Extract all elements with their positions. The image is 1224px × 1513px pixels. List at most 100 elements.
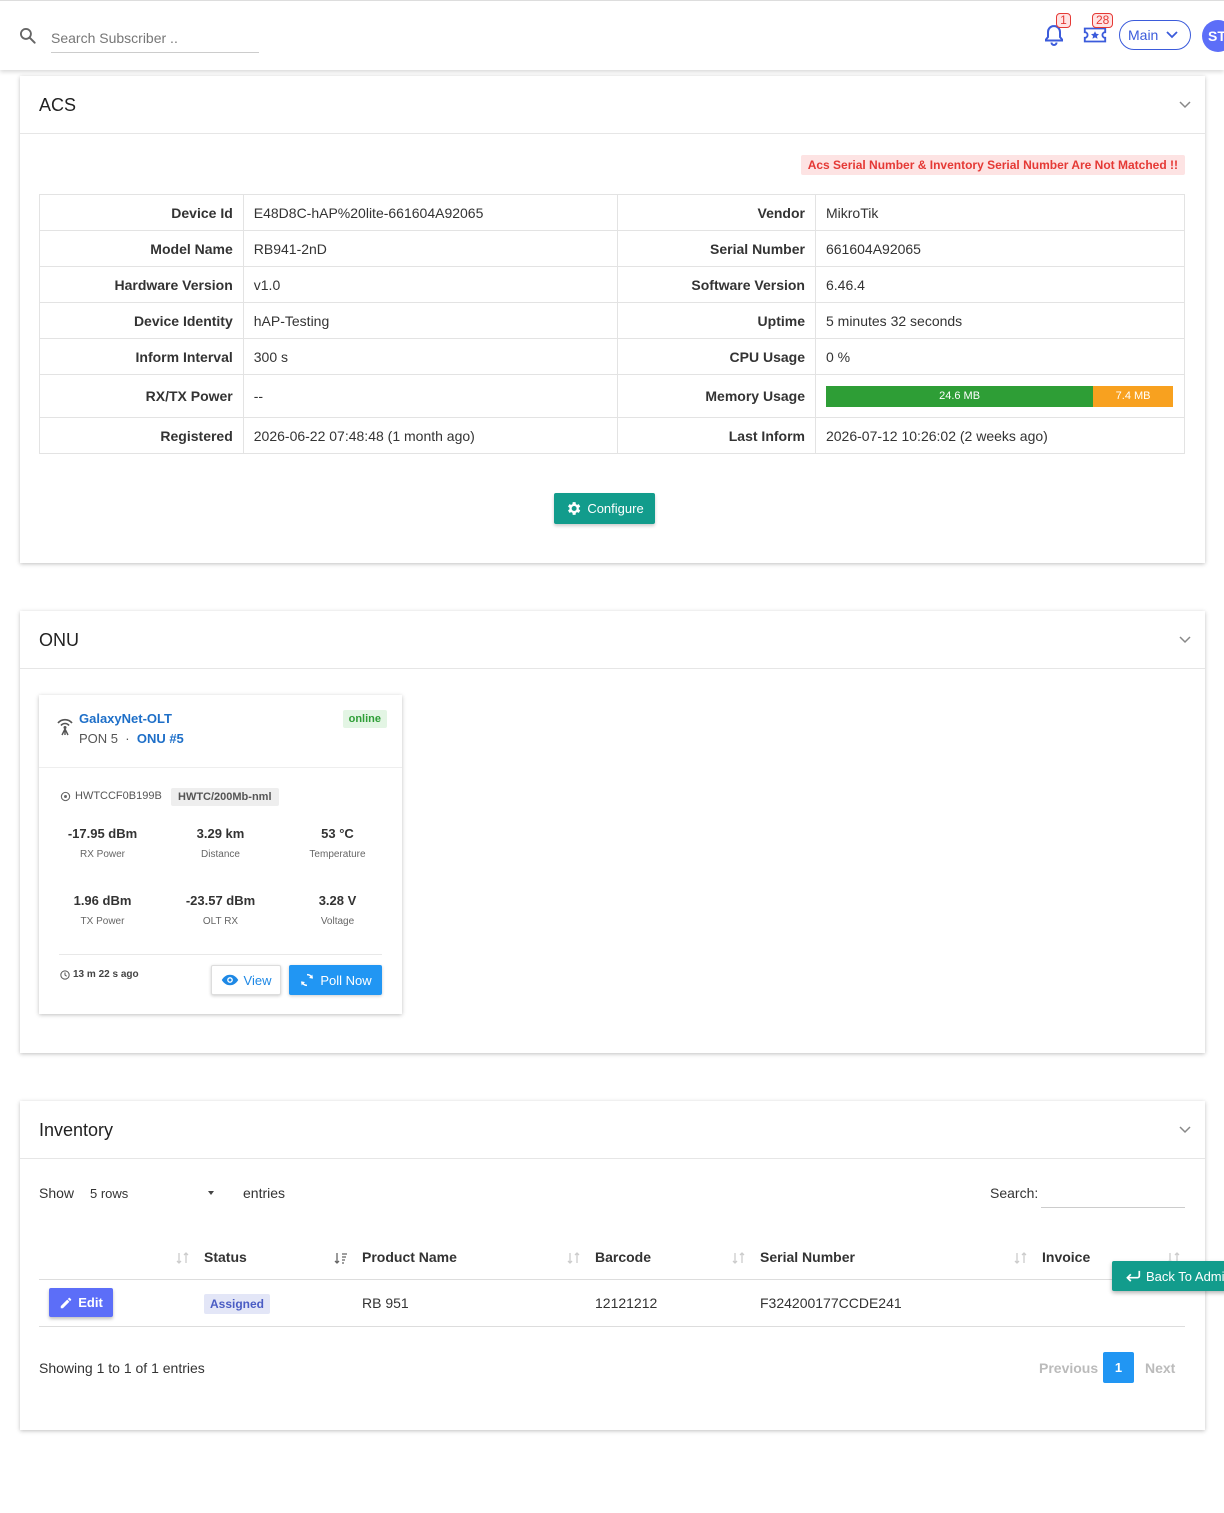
acs-label: RX/TX Power xyxy=(39,374,244,418)
chevron-down-icon[interactable] xyxy=(1179,100,1191,110)
return-arrow-icon xyxy=(1126,1270,1141,1282)
column-header-status[interactable]: Status xyxy=(194,1236,352,1280)
entries-label: entries xyxy=(243,1185,286,1201)
rows-per-page-select[interactable]: 5 rows xyxy=(90,1180,218,1206)
branch-select-value: Main xyxy=(1128,27,1159,43)
last-poll-value: 13 m 22 s ago xyxy=(73,969,139,980)
caret-down-icon xyxy=(208,1191,214,1195)
pon-separator: · xyxy=(125,731,130,746)
back-to-admin-button[interactable]: Back To Admin xyxy=(1112,1261,1224,1291)
cell-product-name: RB 951 xyxy=(352,1279,585,1327)
eye-icon xyxy=(221,974,238,986)
acs-label: Model Name xyxy=(39,230,244,267)
search-subscriber-input[interactable] xyxy=(51,23,259,53)
onu-card-header[interactable]: ONU xyxy=(20,611,1205,669)
column-header-barcode[interactable]: Barcode xyxy=(585,1236,750,1280)
olt-name-link[interactable]: GalaxyNet-OLT xyxy=(79,711,172,726)
acs-label: Serial Number xyxy=(617,230,816,267)
last-poll-time: 13 m 22 s ago xyxy=(60,969,139,980)
pon-label: PON 5 xyxy=(79,731,119,746)
pagination-previous[interactable]: Previous xyxy=(1039,1360,1098,1376)
acs-label: Uptime xyxy=(617,302,816,339)
acs-value: 2026-06-22 07:48:48 (1 month ago) xyxy=(242,417,619,454)
gear-icon xyxy=(568,502,581,515)
clock-icon xyxy=(60,969,70,980)
acs-label: Last Inform xyxy=(617,417,816,454)
metric-olt-rx: -23.57 dBm OLT RX xyxy=(162,893,279,927)
top-bar: 1 28 Main ST xyxy=(0,0,1224,70)
sort-icon xyxy=(567,1252,580,1264)
notifications-button[interactable]: 1 xyxy=(1042,13,1071,49)
onu-device-card: GalaxyNet-OLT PON 5 · ONU #5 online HWTC… xyxy=(39,695,402,1014)
pencil-icon xyxy=(60,1297,72,1308)
back-to-admin-label: Back To Admin xyxy=(1146,1268,1224,1284)
acs-value: -- xyxy=(242,374,619,418)
tickets-badge: 28 xyxy=(1092,13,1114,28)
acs-value: 0 % xyxy=(814,338,1186,375)
inventory-card: Inventory Show 5 rows entries Search: St… xyxy=(20,1101,1205,1430)
metric-rx-power: -17.95 dBm RX Power xyxy=(44,826,161,860)
acs-value: 5 minutes 32 seconds xyxy=(814,302,1186,339)
inventory-card-header[interactable]: Inventory xyxy=(20,1101,1205,1159)
table-search-input[interactable] xyxy=(1041,1180,1185,1208)
poll-now-label: Poll Now xyxy=(320,972,372,988)
column-header-serial-number[interactable]: Serial Number xyxy=(750,1236,1032,1280)
metric-value: -17.95 dBm xyxy=(67,826,138,841)
metric-label: OLT RX xyxy=(202,916,239,927)
acs-card-header[interactable]: ACS xyxy=(20,76,1205,134)
acs-value: v1.0 xyxy=(242,266,619,303)
acs-label: Device Identity xyxy=(39,302,244,339)
onu-profile-badge: HWTC/200Mb-nml xyxy=(171,788,279,806)
acs-row: Device Identity hAP-Testing Uptime 5 minute… xyxy=(39,302,1186,339)
acs-value: E48D8C-hAP%20lite-661604A92065 xyxy=(242,194,619,231)
acs-row: RX/TX Power -- Memory Usage 24.6 MB 7.4 MB xyxy=(39,374,1186,418)
acs-card: ACS Acs Serial Number & Inventory Serial… xyxy=(20,76,1205,563)
chevron-down-icon[interactable] xyxy=(1179,635,1191,645)
cell-serial-number: F324200177CCDE241 xyxy=(750,1279,1032,1327)
tickets-button[interactable]: 28 xyxy=(1082,13,1114,49)
branch-select[interactable]: Main xyxy=(1119,20,1191,50)
metric-value: 3.29 km xyxy=(196,826,245,841)
edit-label: Edit xyxy=(78,1295,103,1310)
onu-section-card: ONU GalaxyNet-OLT PON 5 · ONU #5 online xyxy=(20,611,1205,1053)
metric-temperature: 53 °C Temperature xyxy=(279,826,396,860)
sort-icon xyxy=(176,1252,189,1264)
show-label: Show xyxy=(39,1185,75,1201)
configure-button[interactable]: Configure xyxy=(554,493,655,524)
pagination-next[interactable]: Next xyxy=(1145,1360,1175,1376)
edit-button[interactable]: Edit xyxy=(49,1288,113,1317)
metric-value: 3.28 V xyxy=(318,893,357,908)
table-info: Showing 1 to 1 of 1 entries xyxy=(39,1360,205,1376)
search-icon[interactable] xyxy=(18,26,38,46)
onu-serial: HWTCCF0B199B xyxy=(60,790,162,802)
metric-label: RX Power xyxy=(79,849,125,860)
chevron-down-icon[interactable] xyxy=(1179,1125,1191,1135)
metric-value: 53 °C xyxy=(321,826,354,841)
inventory-title: Inventory xyxy=(39,1120,114,1140)
poll-now-button[interactable]: Poll Now xyxy=(289,965,382,995)
table-row: Edit Assigned RB 951 12121212 F324200177… xyxy=(39,1279,1185,1327)
acs-label: CPU Usage xyxy=(617,338,816,375)
pagination-page-1[interactable]: 1 xyxy=(1103,1352,1134,1383)
memory-used-segment: 24.6 MB xyxy=(825,385,1094,407)
column-header-actions[interactable] xyxy=(39,1236,194,1280)
user-avatar[interactable]: ST xyxy=(1202,20,1224,52)
column-header-product-name[interactable]: Product Name xyxy=(352,1236,585,1280)
onu-link[interactable]: ONU #5 xyxy=(137,731,184,746)
acs-label: Memory Usage xyxy=(617,374,816,418)
sort-icon xyxy=(732,1252,745,1264)
acs-label: Vendor xyxy=(617,194,816,231)
acs-title: ACS xyxy=(39,95,77,115)
memory-usage-cell: 24.6 MB 7.4 MB xyxy=(814,374,1186,418)
view-button[interactable]: View xyxy=(211,965,281,995)
serial-mismatch-warning: Acs Serial Number & Inventory Serial Num… xyxy=(800,155,1185,175)
acs-row: Registered 2026-06-22 07:48:48 (1 month a… xyxy=(39,417,1186,454)
table-header-row: Status Product Name Barcode Serial Numbe… xyxy=(39,1236,1185,1280)
metric-label: TX Power xyxy=(80,916,125,927)
acs-label: Registered xyxy=(39,417,244,454)
acs-value: 6.46.4 xyxy=(814,266,1186,303)
metric-tx-power: 1.96 dBm TX Power xyxy=(44,893,161,927)
status-badge: online xyxy=(342,710,387,728)
rows-per-page-value: 5 rows xyxy=(90,1185,129,1201)
acs-label: Device Id xyxy=(39,194,244,231)
